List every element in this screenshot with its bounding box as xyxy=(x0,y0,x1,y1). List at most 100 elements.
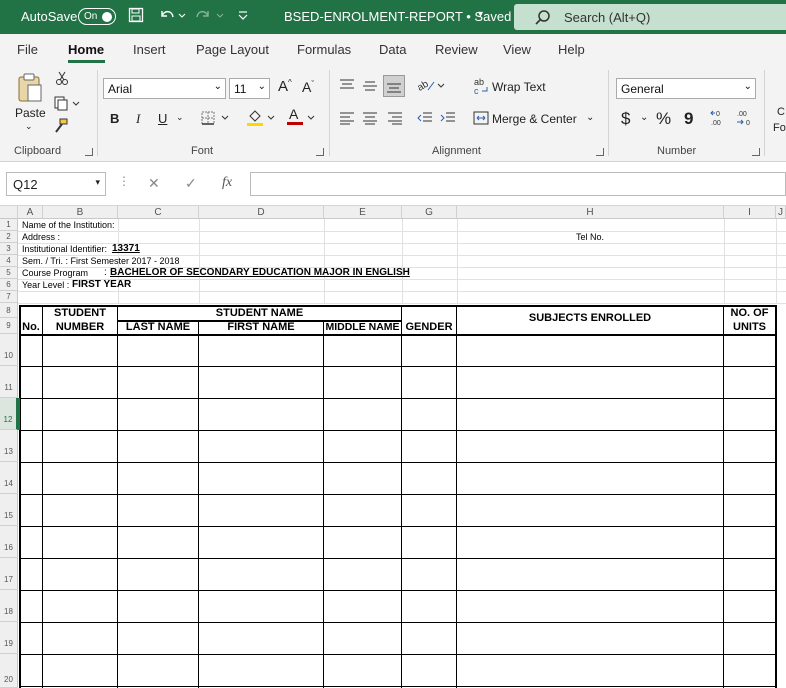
underline-button[interactable]: U xyxy=(158,111,167,126)
row-header[interactable]: 15 xyxy=(0,494,18,526)
spreadsheet-grid[interactable]: A B C D E G H I J 1 2 3 4 5 6 7 8 9 10 1… xyxy=(0,206,786,688)
column-header-i[interactable]: I xyxy=(724,206,776,219)
copy-icon[interactable] xyxy=(53,95,81,114)
row-header[interactable]: 14 xyxy=(0,462,18,494)
increase-decimal-icon[interactable]: 0.00 xyxy=(710,108,730,131)
column-header-d[interactable]: D xyxy=(199,206,324,219)
tab-insert[interactable]: Insert xyxy=(133,42,166,57)
cut-icon[interactable] xyxy=(55,70,69,89)
format-painter-icon[interactable] xyxy=(53,118,69,137)
italic-button[interactable]: I xyxy=(136,111,140,127)
column-header-g[interactable]: G xyxy=(402,206,457,219)
tab-home[interactable]: Home xyxy=(68,42,104,57)
decrease-decimal-icon[interactable]: .00 0 xyxy=(736,108,756,131)
middle-align-icon[interactable] xyxy=(362,78,378,95)
tab-page-layout[interactable]: Page Layout xyxy=(196,42,269,57)
column-header-b[interactable]: B xyxy=(43,206,118,219)
row-header[interactable]: 16 xyxy=(0,526,18,558)
tab-file[interactable]: File xyxy=(17,42,38,57)
select-all-corner[interactable] xyxy=(0,206,18,219)
paste-icon[interactable] xyxy=(16,72,44,107)
font-color-icon[interactable]: A xyxy=(286,106,318,131)
number-format-select[interactable]: General ⌄ xyxy=(616,78,756,99)
paste-button[interactable]: Paste xyxy=(15,106,46,120)
cancel-icon[interactable]: ✕ xyxy=(148,175,160,192)
search-box[interactable]: Search (Alt+Q) xyxy=(514,4,786,30)
underline-dropdown-icon[interactable]: ⌄ xyxy=(176,112,184,123)
column-header-e[interactable]: E xyxy=(324,206,402,219)
year-level-value: FIRST YEAR xyxy=(72,279,132,290)
name-box[interactable]: Q12 ▾ xyxy=(6,172,106,196)
customize-toolbar-icon[interactable] xyxy=(237,7,249,27)
decrease-indent-icon[interactable] xyxy=(417,111,433,128)
font-name-value: Arial xyxy=(108,82,133,96)
merge-center-button[interactable]: Merge & Center xyxy=(492,112,577,126)
row-header[interactable]: 9 xyxy=(0,318,18,334)
row-header[interactable]: 10 xyxy=(0,334,18,366)
course-program-label: Course Program xyxy=(22,268,89,278)
row-header[interactable]: 11 xyxy=(0,366,18,398)
group-separator xyxy=(97,70,98,156)
column-header-c[interactable]: C xyxy=(118,206,199,219)
merge-dropdown-icon[interactable]: ⌄ xyxy=(586,112,594,123)
tab-data[interactable]: Data xyxy=(379,42,406,57)
align-left-icon[interactable] xyxy=(339,111,355,128)
font-size-select[interactable]: 11 ⌄ xyxy=(229,78,270,99)
font-name-select[interactable]: Arial ⌄ xyxy=(103,78,226,99)
row-header[interactable]: 5 xyxy=(0,267,18,279)
row-header[interactable]: 4 xyxy=(0,255,18,267)
row-header[interactable]: 3 xyxy=(0,243,18,255)
clipboard-launcher-icon[interactable] xyxy=(85,148,93,156)
paste-dropdown-icon[interactable]: ⌄ xyxy=(25,121,33,132)
top-align-icon[interactable] xyxy=(339,78,355,95)
merge-center-icon[interactable] xyxy=(473,110,489,129)
row-header[interactable]: 1 xyxy=(0,219,18,231)
formula-input[interactable] xyxy=(250,172,786,196)
bold-button[interactable]: B xyxy=(110,111,119,126)
title-dropdown-icon[interactable]: ▾ xyxy=(478,9,483,20)
font-launcher-icon[interactable] xyxy=(316,148,324,156)
wrap-text-icon[interactable]: ab c xyxy=(473,77,491,98)
save-icon[interactable] xyxy=(128,7,144,27)
bottom-align-icon[interactable] xyxy=(383,75,405,97)
row-header[interactable]: 18 xyxy=(0,590,18,622)
number-launcher-icon[interactable] xyxy=(752,148,760,156)
currency-button[interactable]: $ xyxy=(621,109,630,129)
row-header[interactable]: 7 xyxy=(0,291,18,303)
redo-icon[interactable] xyxy=(196,7,226,27)
tab-view[interactable]: View xyxy=(503,42,531,57)
row-header[interactable]: 6 xyxy=(0,279,18,291)
tab-help[interactable]: Help xyxy=(558,42,585,57)
undo-icon[interactable] xyxy=(158,7,186,27)
autosave-toggle[interactable]: On xyxy=(78,8,116,25)
font-size-value: 11 xyxy=(234,82,247,96)
column-header-h[interactable]: H xyxy=(457,206,724,219)
percent-button[interactable]: % xyxy=(656,109,671,129)
borders-icon[interactable] xyxy=(201,110,231,129)
increase-font-size-icon[interactable]: A^ xyxy=(278,78,292,95)
row-header[interactable]: 13 xyxy=(0,430,18,462)
currency-dropdown-icon[interactable]: ⌄ xyxy=(640,112,648,123)
semester-label: Sem. / Tri. : First Semester 2017 - 2018 xyxy=(22,256,180,266)
row-header[interactable]: 17 xyxy=(0,558,18,590)
tab-review[interactable]: Review xyxy=(435,42,478,57)
row-header[interactable]: 19 xyxy=(0,622,18,654)
row-header[interactable]: 8 xyxy=(0,303,18,318)
wrap-text-button[interactable]: Wrap Text xyxy=(492,80,546,94)
row-header-selected[interactable]: 12 xyxy=(0,398,18,430)
orientation-icon[interactable]: ab xyxy=(415,76,446,97)
increase-indent-icon[interactable] xyxy=(440,111,456,128)
decrease-font-size-icon[interactable]: Aˇ xyxy=(302,79,314,95)
enter-icon[interactable]: ✓ xyxy=(185,175,197,192)
tab-formulas[interactable]: Formulas xyxy=(297,42,351,57)
align-center-icon[interactable] xyxy=(362,111,378,128)
fill-color-icon[interactable] xyxy=(246,108,278,131)
insert-function-button[interactable]: fx xyxy=(222,175,232,191)
column-header-a[interactable]: A xyxy=(18,206,43,219)
row-header[interactable]: 20 xyxy=(0,654,18,688)
alignment-launcher-icon[interactable] xyxy=(596,148,604,156)
align-right-icon[interactable] xyxy=(387,111,403,128)
comma-style-button[interactable]: 9 xyxy=(684,109,693,129)
row-header[interactable]: 2 xyxy=(0,231,18,243)
column-header-j[interactable]: J xyxy=(776,206,786,219)
